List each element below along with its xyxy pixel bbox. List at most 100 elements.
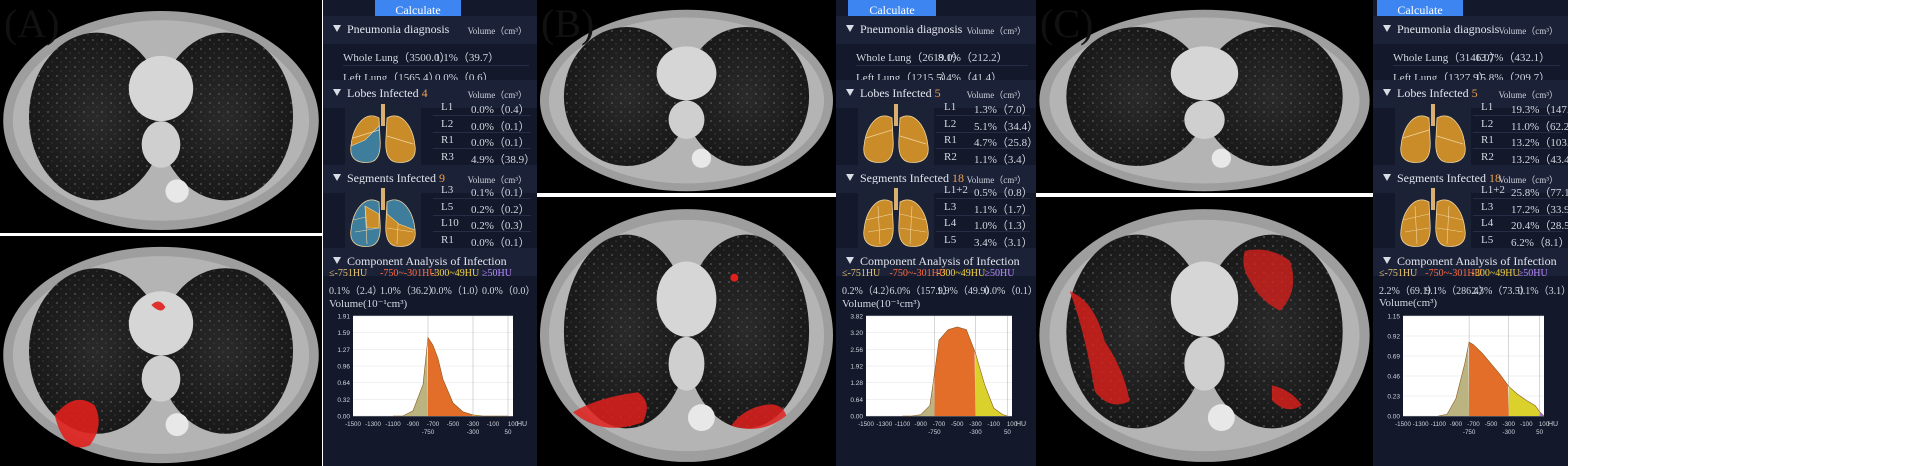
- x-tick-label: -100: [988, 421, 1001, 428]
- lobes-infected-title: Lobes Infected 4: [347, 86, 428, 101]
- lung-value: 8.1%（212.2）: [938, 52, 1008, 64]
- segment-row: L4 1.0%（1.3）: [936, 215, 1033, 232]
- segment-row: R1 0.0%（0.1）: [433, 232, 531, 249]
- pneumonia-diagnosis-header[interactable]: Pneumonia diagnosis Volume（cm³）: [323, 16, 537, 44]
- lobes-infected-count: 4: [421, 86, 428, 100]
- y-tick-label: 0.00: [1387, 414, 1400, 421]
- lobe-row: L211.0%（62.2）: [1473, 116, 1568, 133]
- lobe-row: R2 1.1%（3.4）: [936, 149, 1033, 166]
- volume-unit: Volume（cm³）: [966, 26, 1026, 36]
- pneumonia-diagnosis-header[interactable]: Pneumonia diagnosis Volume（cm³）: [1373, 16, 1568, 44]
- lobe-name: L2: [944, 117, 957, 130]
- segment-row: L420.4%（28.5）: [1473, 215, 1568, 232]
- lobe-name: R1: [1481, 134, 1494, 146]
- lobe-name: R2: [1481, 150, 1494, 163]
- y-tick-label: 0.96: [337, 364, 350, 371]
- pneumonia-diagnosis-title-text: Pneumonia diagnosis: [347, 22, 450, 36]
- x-tick-label: -900: [1450, 421, 1463, 428]
- hu-range-label: ≤-751HU: [842, 268, 881, 279]
- x-tick-label: -1300: [1413, 421, 1429, 428]
- hu-range-label: ≤-751HU: [1379, 268, 1418, 279]
- segments-infected-title-text: Segments Infected: [347, 171, 436, 185]
- analysis-panel-b: Calculate Pneumonia diagnosis Volume（cm³） W…: [836, 0, 1036, 466]
- y-tick-label: 1.59: [337, 330, 350, 337]
- diagnosis-row: Whole Lung（2619.0） 8.1%（212.2）: [856, 46, 1028, 66]
- segment-name: L4: [1481, 217, 1494, 229]
- x-tick-label: -100: [1520, 421, 1533, 428]
- x-tick-label: -1100: [1431, 421, 1447, 428]
- pneumonia-diagnosis-title-text: Pneumonia diagnosis: [860, 22, 963, 36]
- collapse-triangle-icon: [1383, 174, 1391, 181]
- pneumonia-diagnosis-header[interactable]: Pneumonia diagnosis Volume（cm³）: [836, 16, 1036, 44]
- volume-axis-title: Volume(cm³): [1379, 297, 1438, 309]
- y-tick-label: 0.46: [1387, 374, 1400, 381]
- y-tick-label: 1.91: [337, 314, 350, 321]
- x-tick-label: -500: [951, 421, 964, 428]
- hu-distribution-chart: 3.82 3.20 2.56 1.92 1.28 0.64 0.00 -1500 -1300 -1…: [838, 312, 1032, 466]
- hu-range-label: ≥50HU: [482, 268, 512, 279]
- lobes-lung-diagram: [858, 100, 934, 166]
- x-tick-label: -900: [915, 421, 928, 428]
- segments-lung-diagram: [858, 184, 934, 250]
- volume-unit: Volume（cm³）: [1498, 26, 1558, 36]
- segment-name: L5: [441, 200, 454, 213]
- lobe-row: R213.2%（43.4）: [1473, 149, 1568, 166]
- lobes-lung-diagram: [345, 100, 421, 166]
- collapse-triangle-icon: [846, 25, 854, 32]
- volume-axis-title: Volume(10⁻¹cm³): [329, 298, 408, 310]
- lobe-name: L1: [1481, 101, 1494, 113]
- hu-range-value: 0.2%（4.2）: [842, 286, 896, 297]
- y-tick-label: 0.00: [850, 414, 863, 421]
- y-tick-label: 0.92: [1387, 334, 1400, 341]
- segment-name: L1+2: [1481, 184, 1505, 196]
- hu-range-label: -300~49HU: [937, 268, 986, 279]
- x-axis-label: HU: [1548, 421, 1558, 428]
- lobe-row: L2 0.0%（0.1）: [433, 116, 531, 133]
- hu-range-label: -300~49HU: [431, 268, 480, 279]
- hu-range-value: 0.0%（0.0）: [482, 286, 536, 297]
- pneumonia-diagnosis-title-text: Pneumonia diagnosis: [1397, 22, 1500, 36]
- ct-scan-c-bottom: [1036, 197, 1373, 466]
- lobes-infected-title-text: Lobes Infected: [347, 86, 419, 100]
- x-tick-label: -1500: [858, 421, 874, 428]
- segment-row: L3 1.1%（1.7）: [936, 199, 1033, 216]
- lobes-infected-title-text: Lobes Infected: [1397, 86, 1469, 100]
- lobes-lung-diagram: [1395, 100, 1471, 166]
- x-sub-tick-label: -750: [928, 429, 941, 436]
- area-band-2: [934, 326, 976, 416]
- segment-name: L10: [441, 217, 459, 229]
- collapse-triangle-icon: [846, 257, 854, 264]
- x-tick-label: -900: [407, 421, 420, 428]
- y-tick-label: 1.28: [850, 380, 863, 387]
- segment-row: L5 6.2%（8.1）: [1473, 232, 1568, 249]
- y-tick-label: 0.64: [337, 380, 350, 387]
- y-tick-label: 1.15: [1387, 314, 1400, 321]
- component-analysis-title-text: Component Analysis of Infection: [860, 254, 1020, 268]
- lobes-infected-count: 5: [1471, 86, 1478, 100]
- lobe-row: L2 5.1%（34.4）: [936, 116, 1036, 133]
- hu-range-label: ≤-751HU: [329, 268, 368, 279]
- panel-label-c: (C): [1040, 1, 1094, 46]
- lobe-name: L2: [1481, 117, 1494, 130]
- x-tick-label: -700: [427, 421, 440, 428]
- hu-range-value: 0.0%（0.1）: [984, 286, 1037, 297]
- y-tick-label: 3.20: [850, 330, 863, 337]
- lung-value: 13.7%（432.1）: [1475, 52, 1551, 64]
- component-analysis-title: Component Analysis of Infection: [860, 254, 1020, 269]
- segment-row: L3 0.1%（0.1）: [433, 182, 531, 199]
- segment-row: L5 0.2%（0.2）: [433, 199, 531, 216]
- collapse-triangle-icon: [1383, 89, 1391, 96]
- lobe-row: L119.3%（147.5）: [1473, 99, 1568, 116]
- lobes-infected-count: 5: [934, 86, 941, 100]
- component-analysis-title-text: Component Analysis of Infection: [1397, 254, 1557, 268]
- x-tick-label: -1100: [895, 421, 911, 428]
- x-tick-label: -700: [933, 421, 946, 428]
- component-analysis-title: Component Analysis of Infection: [347, 254, 507, 269]
- collapse-triangle-icon: [333, 257, 341, 264]
- x-tick-label: -1500: [1395, 421, 1411, 428]
- collapse-triangle-icon: [333, 25, 341, 32]
- x-sub-tick-label: -300: [1503, 429, 1516, 436]
- component-analysis-title-text: Component Analysis of Infection: [347, 254, 507, 268]
- x-tick-label: -300: [1503, 421, 1516, 428]
- panel-label-b: (B): [541, 1, 595, 46]
